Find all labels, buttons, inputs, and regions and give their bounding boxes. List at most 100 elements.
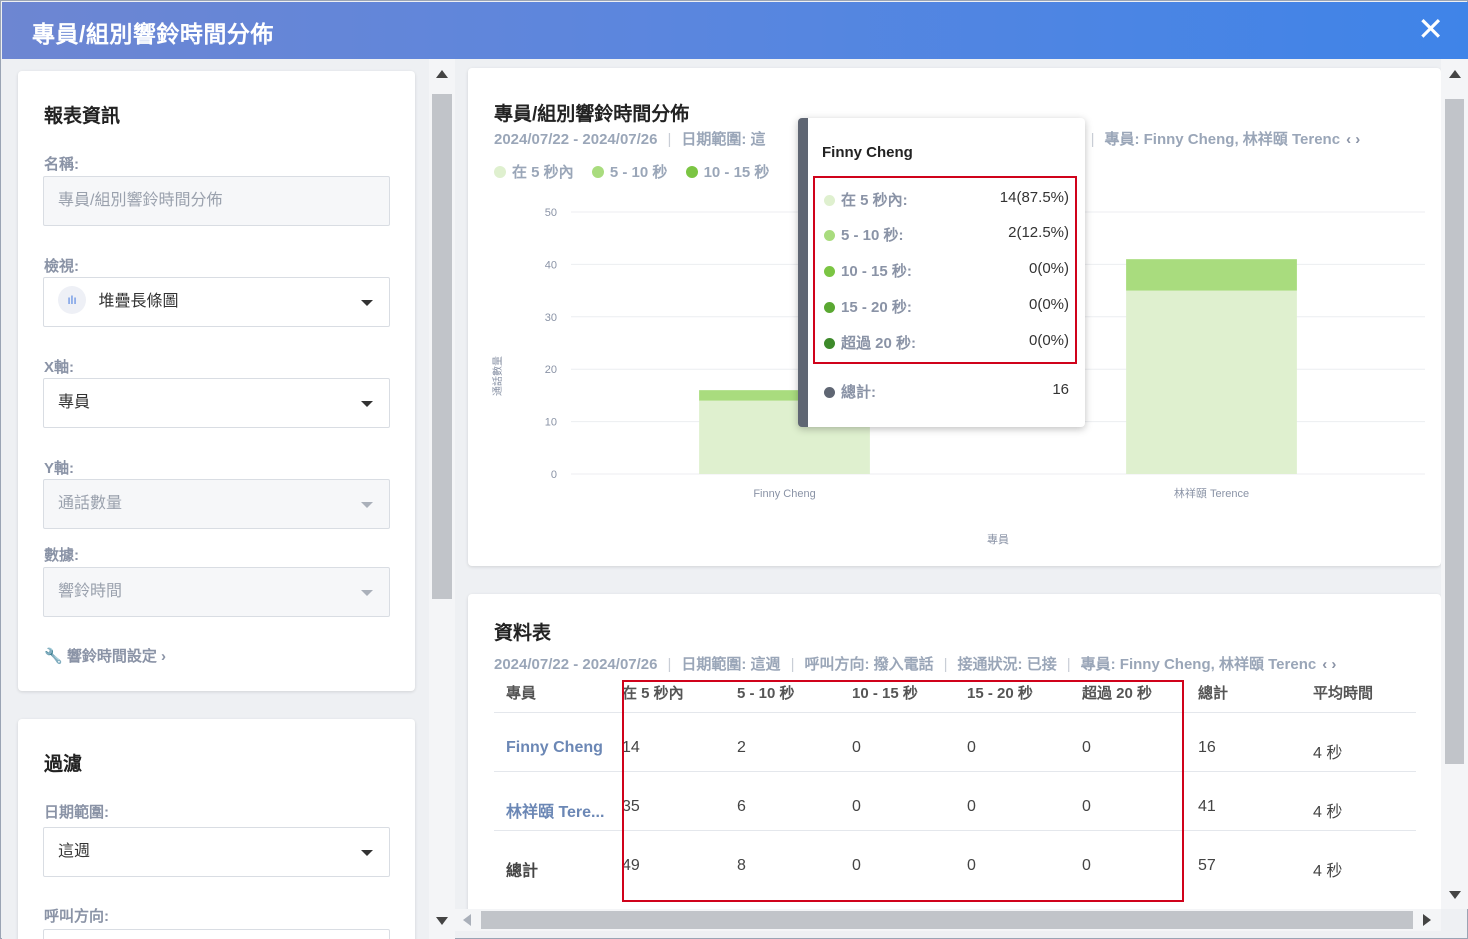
data-label: 數據: [44,547,79,564]
tooltip-total-value: 16 [1052,381,1069,398]
tooltip-label: 10 - 15 秒: [841,263,912,280]
scroll-down-icon[interactable] [1449,891,1461,899]
tooltip-label: 5 - 10 秒: [841,227,904,244]
agent-name-cell[interactable]: Finny Cheng [506,739,603,757]
filter-card: 過濾 日期範圍: 這週 呼叫方向: [18,719,415,939]
tooltip-value: 14(87.5%) [999,189,1069,206]
table-cell: 4 秒 [1313,745,1343,762]
table-filter-range: 日期範圍: 這週 [681,656,781,673]
tooltip-swatch [824,195,835,206]
highlight-box [622,680,1184,902]
tooltip-row: 在 5 秒內: 14(87.5%) [824,189,1069,210]
name-field[interactable]: 專員/組別響鈴時間分佈 [43,176,390,226]
tooltip-swatch [824,302,835,313]
view-select[interactable]: ılı 堆疊長條圖 [43,277,390,327]
bar-segment [1126,290,1297,474]
y-axis-select[interactable]: 通話數量 [43,479,390,529]
name-value: 專員/組別響鈴時間分佈 [58,192,223,209]
table-cell: 57 [1198,857,1216,874]
call-direction-label: 呼叫方向: [44,908,109,925]
chevron-down-icon [361,401,373,407]
right-scroll-thumb[interactable] [1445,99,1464,764]
report-content: 專員/組別響鈴時間分佈 2024/07/22 - 2024/07/26 | 日期範圍… [455,59,1441,909]
scroll-up-icon[interactable] [436,70,448,78]
report-dialog: 專員/組別響鈴時間分佈 ✕ 報表資訊 名稱: 專員/組別響鈴時間分佈 檢視: ı… [0,0,1468,939]
date-range-value: 這週 [58,843,91,860]
report-info-card: 報表資訊 名稱: 專員/組別響鈴時間分佈 檢視: ılı 堆疊長條圖 X軸: 專… [18,71,415,691]
title-bar: 專員/組別響鈴時間分佈 ✕ [2,2,1468,59]
y-tick-label: 10 [545,417,557,429]
tooltip-total-label: 總計: [841,384,876,401]
y-tick-label: 50 [545,207,557,219]
y-tick-label: 0 [551,469,557,481]
date-range-select[interactable]: 這週 [43,827,390,877]
tooltip-label: 超過 20 秒: [841,335,917,352]
dialog-title: 專員/組別響鈴時間分佈 [32,21,274,47]
table-cell: 16 [1198,739,1216,756]
wrench-icon: 🔧 [44,648,63,665]
call-direction-select[interactable] [43,929,390,939]
scroll-up-icon[interactable] [1449,70,1461,78]
tooltip-label: 15 - 20 秒: [841,299,912,316]
tooltip-value: 0(0%) [1028,296,1069,313]
report-info-heading: 報表資訊 [44,106,121,127]
chevron-down-icon [361,502,373,508]
horizontal-scroll-thumb[interactable] [481,911,1413,929]
column-header[interactable]: 平均時間 [1313,682,1373,703]
filter-nav-arrows[interactable]: ‹ › [1322,656,1336,673]
y-axis-title: 通話數量 [491,356,504,396]
x-axis-value: 專員 [58,394,91,411]
tooltip-swatch [824,387,835,398]
ring-time-settings-label: 響鈴時間設定 › [66,648,167,665]
table-filter-bar: 2024/07/22 - 2024/07/26 | 日期範圍: 這週 | 呼叫方向: 撥… [494,656,1337,673]
scroll-left-icon[interactable] [463,914,471,926]
tooltip-value: 2(12.5%) [1008,224,1069,241]
tooltip-row: 10 - 15 秒: 0(0%) [824,260,1069,281]
tooltip-value: 0(0%) [1028,332,1069,349]
ring-time-settings-link[interactable]: 🔧 響鈴時間設定 › [44,645,166,666]
data-table-card: 資料表 2024/07/22 - 2024/07/26 | 日期範圍: 這週 | 呼叫方… [468,594,1441,909]
left-scroll-thumb[interactable] [432,94,452,599]
name-label: 名稱: [44,156,79,173]
table-filter-direction: 呼叫方向: 撥入電話 [804,656,934,673]
agent-name-cell: 總計 [506,863,539,880]
bar-chart-icon: ılı [58,285,86,314]
chart-tooltip: Finny Cheng 在 5 秒內: 14(87.5%) 5 - 10 秒: 2(1… [798,118,1085,427]
horizontal-scrollbar[interactable] [455,909,1441,931]
tooltip-row: 5 - 10 秒: 2(12.5%) [824,224,1069,245]
tooltip-swatch [824,230,835,241]
data-select[interactable]: 響鈴時間 [43,567,390,617]
tooltip-swatch [824,338,835,349]
tooltip-agent-name: Finny Cheng [822,144,913,161]
view-value: 堆疊長條圖 [98,293,179,310]
x-tick-label: Finny Cheng [753,488,815,500]
tooltip-total-row: 總計: 16 [824,381,1069,402]
x-axis-select[interactable]: 專員 [43,378,390,428]
scroll-down-icon[interactable] [436,917,448,925]
table-cell: 41 [1198,798,1216,815]
table-filter-agent: 專員: Finny Cheng, 林祥頤 Terenc [1080,656,1317,673]
tooltip-value: 0(0%) [1028,260,1069,277]
y-tick-label: 30 [545,312,557,324]
bar-segment [1126,259,1297,291]
left-scrollbar[interactable] [429,59,455,939]
x-axis-title: 專員 [987,533,1009,546]
table-title: 資料表 [494,623,552,644]
chevron-down-icon [361,300,373,306]
table-cell: 4 秒 [1313,804,1343,821]
tooltip-row: 15 - 20 秒: 0(0%) [824,296,1069,317]
column-header[interactable]: 總計 [1198,682,1228,703]
tooltip-row: 超過 20 秒: 0(0%) [824,332,1069,353]
settings-panel: 報表資訊 名稱: 專員/組別響鈴時間分佈 檢視: ılı 堆疊長條圖 X軸: 專… [2,59,429,939]
agent-name-cell[interactable]: 林祥頤 Tere... [506,798,604,822]
column-header[interactable]: 專員 [506,682,536,703]
y-axis-label: Y軸: [44,460,75,477]
y-tick-label: 20 [545,364,557,376]
close-icon[interactable]: ✕ [1417,10,1444,48]
date-range-label: 日期範圍: [44,804,109,821]
x-tick-label: 林祥頤 Terence [1174,486,1249,500]
right-scrollbar[interactable] [1441,59,1468,909]
tooltip-swatch [824,266,835,277]
scroll-right-icon[interactable] [1423,914,1431,926]
y-tick-label: 40 [545,259,557,271]
